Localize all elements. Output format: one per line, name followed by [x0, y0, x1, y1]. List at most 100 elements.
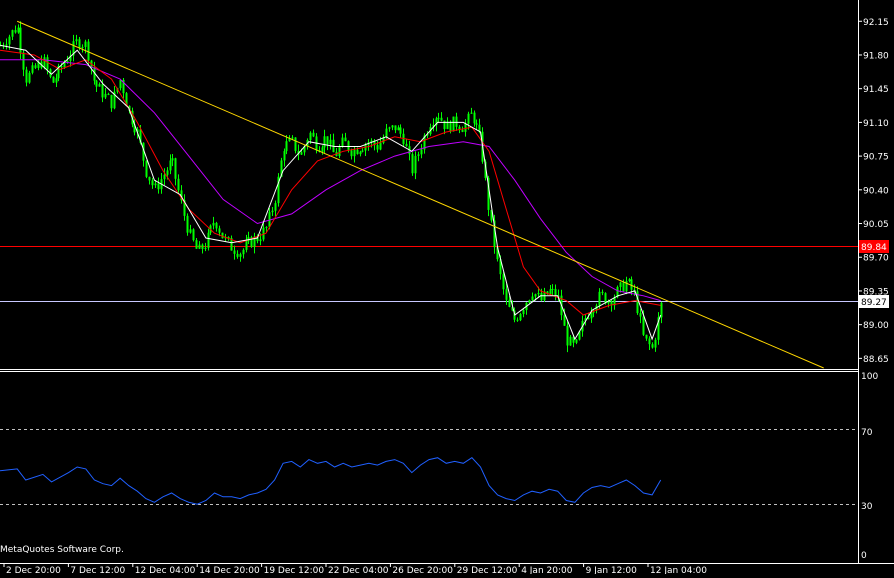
time-tick-label: 9 Jan 12:00	[586, 566, 638, 574]
candle-body	[540, 293, 543, 301]
candle-body	[347, 141, 350, 151]
time-axis[interactable]: 2 Dec 20:00 7 Dec 12:00 12 Dec 04:00 14 Dec…	[3, 564, 707, 576]
candle-body	[192, 229, 195, 241]
time-tick-label: 22 Dec 04:00	[328, 566, 389, 574]
candle-body	[107, 93, 110, 95]
candle-body	[63, 62, 66, 68]
candle-body	[148, 176, 151, 181]
candle-body	[195, 240, 198, 249]
chart-svg[interactable]: 92.15 91.80 91.45 91.10 90.75 90.40 90.05 89.70…	[0, 0, 894, 576]
candle-body	[391, 125, 394, 128]
candle-body	[388, 127, 391, 129]
candle-body	[204, 247, 207, 250]
candle-body	[300, 152, 303, 155]
candle-body	[154, 183, 157, 186]
candle-body	[43, 57, 46, 68]
candle-body	[575, 339, 578, 343]
candle-body	[17, 27, 20, 33]
candle-body	[239, 254, 242, 257]
candle-body	[508, 299, 511, 307]
candle-body	[5, 44, 8, 46]
current-price-label-text: 89.27	[861, 298, 887, 308]
candle-body	[201, 244, 204, 250]
candle-body	[417, 154, 420, 156]
candle-body	[449, 121, 452, 132]
rsi-tick-label: 100	[861, 372, 878, 382]
candle-body	[440, 117, 443, 121]
candle-body	[294, 137, 297, 152]
candle-body	[516, 319, 519, 321]
price-tick-label: 89.00	[863, 321, 889, 331]
candle-body	[329, 139, 332, 145]
candle-body	[218, 228, 221, 233]
price-tick-label: 91.10	[863, 119, 889, 129]
candle-body	[598, 291, 601, 306]
candle-body	[98, 84, 101, 87]
time-tick-label: 19 Dec 12:00	[264, 566, 325, 574]
price-tick-label: 90.05	[863, 220, 889, 230]
candle-body	[397, 127, 400, 131]
candle-body	[84, 41, 87, 47]
candle-body	[207, 232, 210, 248]
candle-body	[470, 112, 473, 114]
candle-body	[274, 203, 277, 211]
current-price-label: 89.27	[859, 295, 889, 308]
candle-body	[177, 178, 180, 191]
candle-body	[537, 293, 540, 295]
candle-body	[166, 170, 169, 175]
candle-body	[81, 46, 84, 48]
candle-body	[11, 30, 14, 37]
candle-body	[534, 294, 537, 297]
candle-body	[473, 112, 476, 124]
candle-body	[236, 253, 239, 257]
candle-body	[420, 149, 423, 155]
time-tick-label: 12 Jan 04:00	[650, 566, 707, 574]
candle-body	[52, 76, 55, 83]
candle-body	[312, 132, 315, 137]
candle-body	[475, 123, 478, 125]
candle-body	[323, 136, 326, 148]
candle-body	[467, 113, 470, 124]
candle-body	[361, 150, 364, 152]
time-tick-label: 26 Dec 20:00	[392, 566, 453, 574]
candle-body	[31, 65, 34, 73]
candle-body	[271, 210, 274, 213]
candle-body	[242, 249, 245, 255]
time-tick-label: 12 Dec 04:00	[135, 566, 196, 574]
candle-body	[356, 149, 359, 155]
candle-body	[630, 279, 633, 290]
level-price-label: 89.84	[859, 240, 889, 253]
candle-body	[110, 94, 113, 109]
candle-body	[174, 158, 177, 179]
candle-body	[566, 325, 569, 346]
level-price-label-text: 89.84	[861, 243, 887, 253]
price-tick-label: 90.75	[863, 153, 889, 163]
candle-body	[265, 227, 268, 229]
candle-body	[212, 222, 215, 226]
candle-body	[385, 128, 388, 138]
candle-body	[648, 338, 651, 345]
candle-body	[549, 289, 552, 294]
candle-body	[25, 69, 28, 83]
time-tick-label: 14 Dec 20:00	[199, 566, 260, 574]
candle-body	[350, 150, 353, 157]
copyright-label: MetaQuotes Software Corp.	[0, 545, 124, 555]
candle-body	[309, 132, 312, 141]
price-tick-label: 91.80	[863, 51, 889, 61]
rsi-tick-label: 70	[861, 428, 873, 438]
chart-window[interactable]: 92.15 91.80 91.45 91.10 90.75 90.40 90.05 89.70…	[0, 0, 894, 576]
candle-body	[321, 147, 324, 152]
candle-body	[285, 141, 288, 152]
price-tick-label: 91.45	[863, 85, 889, 95]
candle-body	[233, 250, 236, 254]
candle-body	[171, 158, 174, 161]
candle-body	[55, 78, 58, 83]
candle-body	[528, 300, 531, 303]
candle-body	[34, 65, 37, 68]
candle-body	[590, 312, 593, 319]
candle-body	[101, 84, 104, 98]
candle-body	[78, 39, 81, 48]
price-tick-label: 88.65	[863, 355, 889, 365]
candle-body	[186, 215, 189, 233]
candle-body	[411, 154, 414, 174]
